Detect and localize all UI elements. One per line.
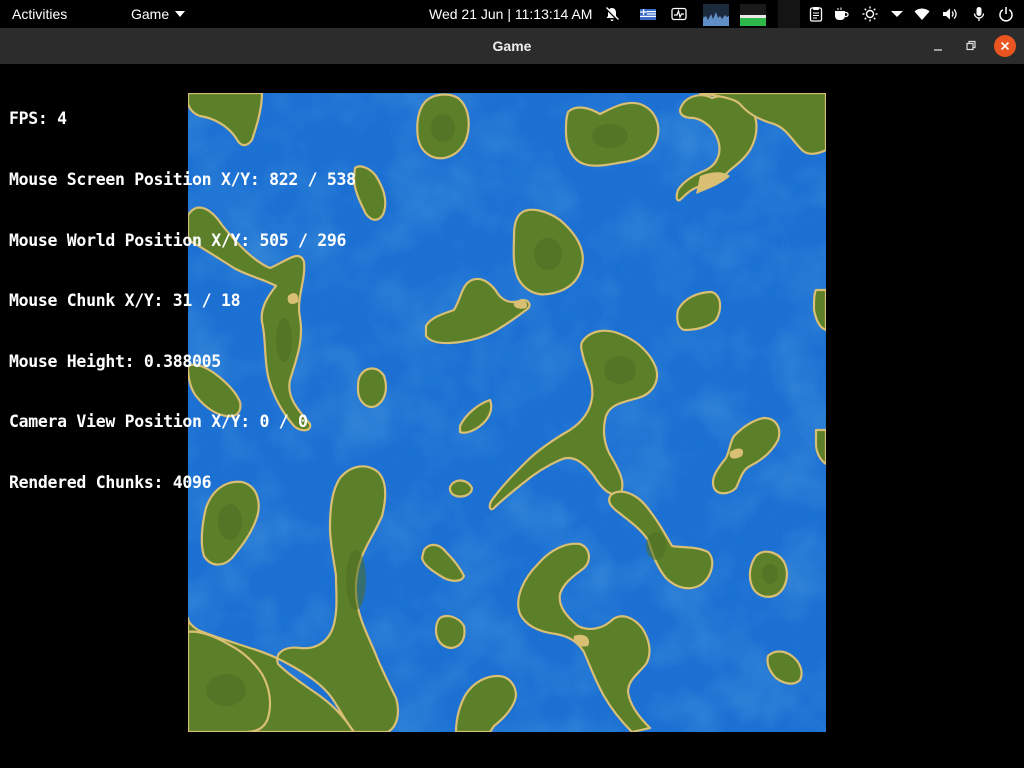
maximize-button[interactable] — [960, 35, 982, 57]
window-title: Game — [492, 38, 532, 54]
fps-readout: FPS: 4 — [9, 109, 67, 129]
window-titlebar[interactable]: Game — [0, 28, 1024, 65]
activities-button[interactable]: Activities — [12, 0, 67, 28]
wifi-icon[interactable] — [914, 6, 930, 22]
flag-icon[interactable] — [640, 6, 656, 22]
brightness-icon[interactable] — [862, 6, 878, 22]
island — [434, 615, 466, 650]
mouse-chunk: Mouse Chunk X/Y: 31 / 18 — [9, 291, 241, 311]
mouse-height: Mouse Height: 0.388005 — [9, 351, 221, 371]
minimize-button[interactable] — [927, 35, 949, 57]
minimize-icon — [934, 49, 942, 51]
mouse-screen-position: Mouse Screen Position X/Y: 822 / 538 — [9, 170, 356, 189]
app-menu[interactable]: Game — [131, 0, 186, 28]
volume-icon[interactable] — [942, 6, 958, 22]
top-bar: Activities Game Wed 21 Jun | 11:13:14 AM — [0, 0, 1024, 28]
notifications-muted-icon[interactable] — [604, 6, 620, 22]
maximize-icon — [966, 40, 976, 51]
game-viewport[interactable]: FPS: 4 Mouse Screen Position X/Y: 822 / … — [0, 64, 1024, 768]
microphone-icon[interactable] — [971, 6, 987, 22]
clipboard-icon[interactable] — [808, 6, 824, 22]
island — [448, 479, 474, 498]
coffee-icon[interactable] — [833, 6, 849, 22]
net-graph-icon[interactable] — [740, 4, 766, 26]
close-icon — [1000, 41, 1010, 51]
clock[interactable]: Wed 21 Jun | 11:13:14 AM — [429, 0, 592, 28]
system-monitor-icon[interactable] — [671, 6, 687, 22]
rendered-chunks: Rendered Chunks: 4096 — [9, 472, 212, 492]
cpu-graph-icon[interactable] — [703, 4, 729, 26]
menu-arrow-icon[interactable] — [890, 10, 906, 26]
topbar-separator — [778, 0, 800, 28]
debug-hud: FPS: 4 Mouse Screen Position X/Y: 822 / … — [9, 69, 356, 534]
app-menu-label: Game — [131, 6, 170, 22]
power-icon[interactable] — [998, 6, 1014, 22]
island — [356, 367, 387, 408]
close-button[interactable] — [994, 35, 1016, 57]
mouse-world-position: Mouse World Position X/Y: 505 / 296 — [9, 230, 347, 250]
camera-view-position: Camera View Position X/Y: 0 / 0 — [9, 412, 308, 432]
chevron-down-icon — [175, 11, 186, 17]
